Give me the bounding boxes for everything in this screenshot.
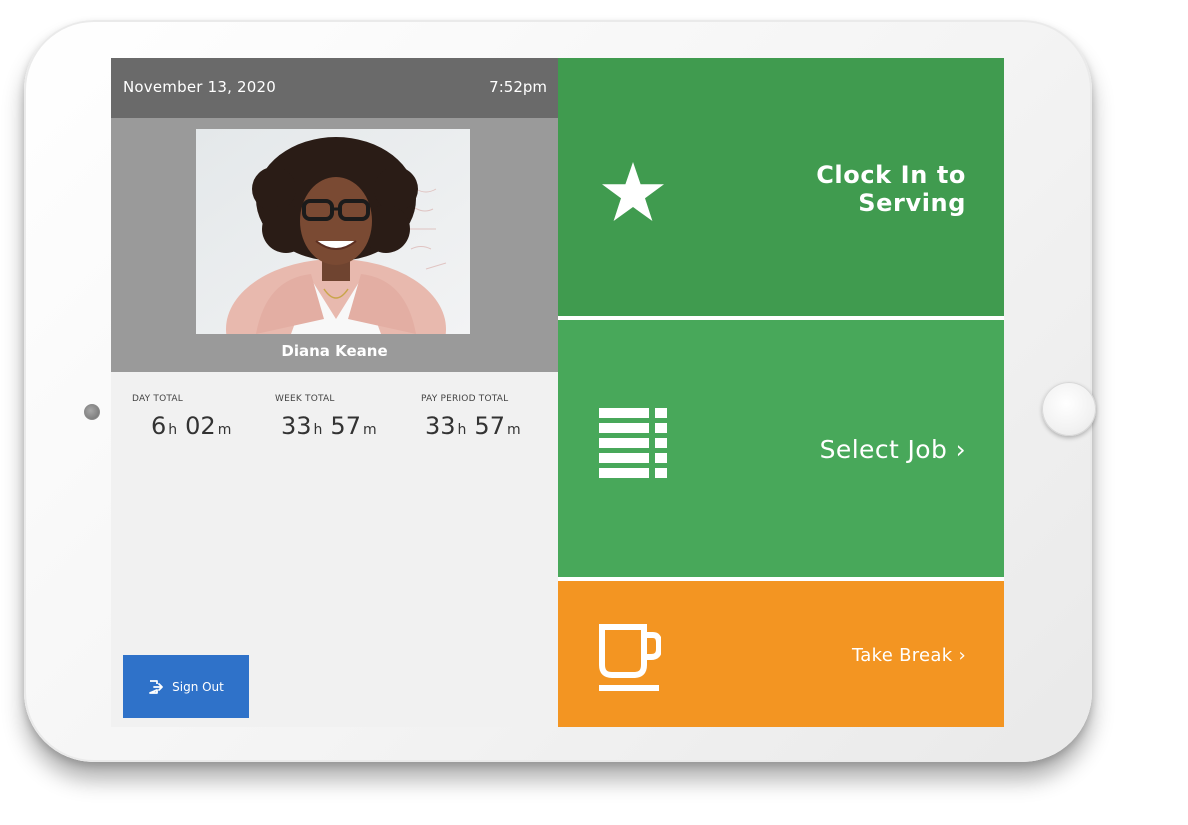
coffee-cup-icon — [599, 624, 661, 691]
week-total: WEEK TOTAL 33 h 57 m — [275, 394, 377, 440]
week-total-value: 33 h 57 m — [281, 412, 377, 440]
clock-in-tile[interactable]: Clock In to Serving — [558, 58, 1004, 316]
day-total-hours-unit: h — [168, 422, 178, 438]
day-total-minutes-unit: m — [217, 422, 232, 438]
day-total-minutes: 02 — [185, 412, 216, 440]
select-job-tile[interactable]: Select Job › — [558, 320, 1004, 577]
week-total-label: WEEK TOTAL — [275, 394, 335, 404]
tablet-screen: November 13, 2020 7:52pm Diana Keane DAY… — [111, 58, 1004, 727]
time-totals: DAY TOTAL 6 h 02 m WEEK TOTAL 33 h 57 m PAY PE… — [111, 388, 558, 458]
sign-out-label: Sign Out — [172, 679, 224, 694]
stage: November 13, 2020 7:52pm Diana Keane DAY… — [0, 0, 1188, 825]
list-icon — [599, 408, 667, 478]
pay-period-total-hours: 33 — [425, 412, 456, 440]
take-break-tile[interactable]: Take Break › — [558, 581, 1004, 727]
clock-in-label-line1: Clock In to — [816, 161, 966, 189]
day-total-value: 6 h 02 m — [151, 412, 231, 440]
week-total-minutes: 57 — [330, 412, 361, 440]
clock-in-label-line2: Serving — [858, 189, 966, 217]
pay-period-total-label: PAY PERIOD TOTAL — [421, 394, 509, 404]
home-button[interactable] — [1042, 382, 1096, 436]
employee-panel: November 13, 2020 7:52pm Diana Keane DAY… — [111, 58, 558, 727]
week-total-minutes-unit: m — [362, 422, 377, 438]
employee-photo — [196, 129, 470, 334]
profile-area: Diana Keane — [111, 118, 558, 372]
employee-name: Diana Keane — [281, 342, 388, 360]
header-time: 7:52pm — [489, 78, 547, 96]
day-total-label: DAY TOTAL — [132, 394, 183, 404]
pay-period-total: PAY PERIOD TOTAL 33 h 57 m — [421, 394, 521, 440]
day-total-hours: 6 — [151, 412, 167, 440]
take-break-label: Take Break › — [851, 645, 966, 666]
star-icon — [602, 162, 664, 221]
pay-period-total-minutes-unit: m — [506, 422, 521, 438]
sign-out-button[interactable]: Sign Out — [123, 655, 249, 718]
week-total-hours-unit: h — [313, 422, 323, 438]
camera-dot — [84, 404, 100, 420]
header-date: November 13, 2020 — [123, 78, 276, 96]
clock-in-label: Clock In to Serving — [746, 161, 966, 217]
employee-photo-illustration — [196, 129, 470, 334]
header-bar: November 13, 2020 7:52pm — [111, 58, 558, 118]
action-panel: Clock In to Serving Select Job › Take Br… — [558, 58, 1004, 727]
sign-out-icon — [149, 679, 164, 694]
pay-period-total-hours-unit: h — [457, 422, 467, 438]
pay-period-total-value: 33 h 57 m — [425, 412, 521, 440]
select-job-label: Select Job › — [819, 435, 966, 464]
pay-period-total-minutes: 57 — [474, 412, 505, 440]
week-total-hours: 33 — [281, 412, 312, 440]
day-total: DAY TOTAL 6 h 02 m — [132, 394, 231, 440]
